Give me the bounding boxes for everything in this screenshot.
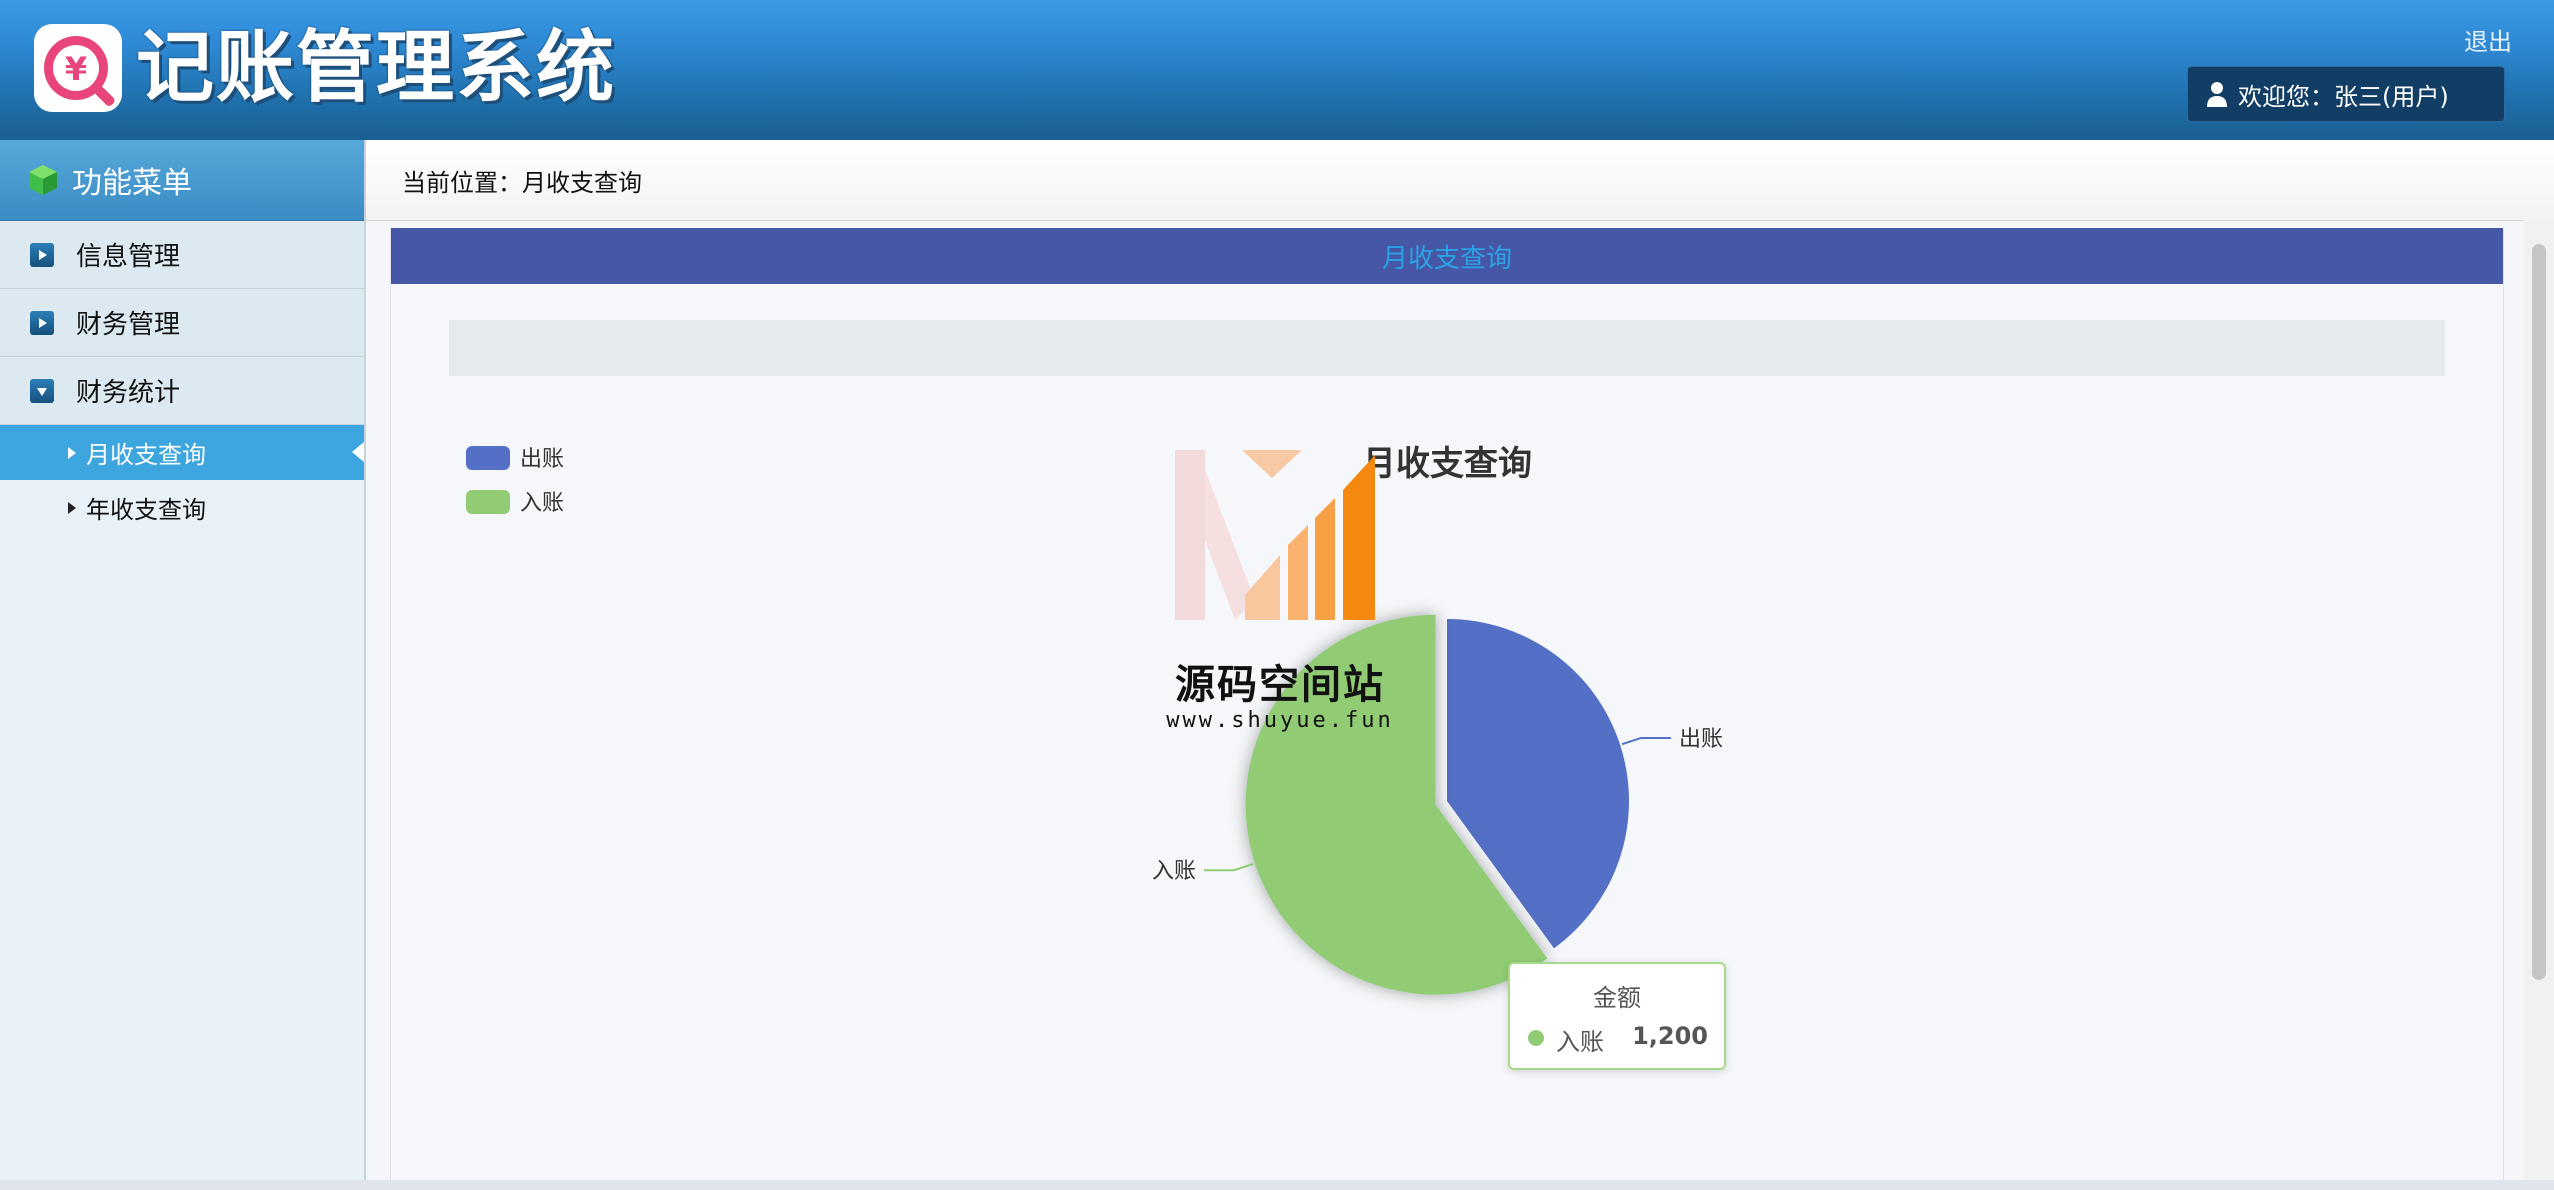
breadcrumb-text: 当前位置：月收支查询: [402, 168, 642, 197]
sidebar-heading: 功能菜单: [0, 140, 364, 221]
slice-leader-line-incoming: [1203, 863, 1254, 872]
sidebar-item-yearly-query[interactable]: 年收支查询: [0, 480, 364, 535]
app-title: 记账管理系统: [136, 23, 617, 113]
sidebar-group-finance-statistics[interactable]: 财务统计: [0, 357, 364, 425]
pie-chart: 月收支查询 出账 入账 出账 入账: [466, 444, 1723, 995]
sidebar-heading-label: 功能菜单: [72, 166, 192, 201]
sidebar-group-label: 财务统计: [76, 378, 181, 408]
vertical-scrollbar[interactable]: [2524, 220, 2554, 1180]
expand-arrow-icon: [30, 242, 54, 267]
cube-icon: [29, 165, 57, 195]
breadcrumb: 当前位置：月收支查询: [366, 140, 2554, 221]
sidebar-group-finance-management[interactable]: 财务管理: [0, 289, 364, 357]
welcome-text: 欢迎您：张三(用户): [2238, 82, 2449, 111]
expand-arrow-icon: [30, 310, 54, 335]
scrollbar-thumb[interactable]: [2532, 244, 2546, 980]
sidebar-group-label: 财务管理: [76, 310, 181, 340]
svg-text:¥: ¥: [65, 50, 87, 88]
top-header: ¥ 记账管理系统 退出 欢迎您：张三(用户): [0, 0, 2554, 140]
sidebar-group-info-management[interactable]: 信息管理: [0, 221, 364, 289]
yuan-coin-logo-icon: ¥: [34, 24, 122, 112]
welcome-box: 欢迎您：张三(用户): [2187, 66, 2505, 122]
sidebar-item-label: 月收支查询: [86, 441, 206, 469]
user-icon: [2207, 82, 2227, 107]
bottom-bar: [0, 1180, 2554, 1190]
tooltip-title: 金额: [1593, 984, 1641, 1012]
collapse-arrow-icon: [30, 378, 54, 403]
slice-leader-line-outgoing: [1621, 736, 1672, 746]
logout-link[interactable]: 退出: [2464, 22, 2512, 57]
legend-swatch-outgoing[interactable]: [466, 446, 510, 470]
sidebar-group-label: 信息管理: [76, 242, 181, 272]
bullet-arrow-icon: [68, 501, 76, 514]
tooltip-series-value: 1,200: [1632, 1022, 1708, 1050]
sidebar-item-monthly-query[interactable]: 月收支查询: [0, 425, 364, 480]
legend-swatch-incoming[interactable]: [466, 490, 510, 514]
tooltip-series-dot: [1528, 1030, 1544, 1046]
slice-label-outgoing: 出账: [1679, 727, 1723, 752]
chart-title: 月收支查询: [1362, 444, 1532, 484]
tooltip-series-name: 入账: [1556, 1028, 1604, 1056]
legend-label-incoming[interactable]: 入账: [520, 491, 564, 516]
bullet-arrow-icon: [68, 446, 76, 459]
sidebar: 功能菜单 信息管理 财务管理 财务统计 月收支查询 年收支查询: [0, 140, 366, 1190]
legend-label-outgoing[interactable]: 出账: [520, 447, 564, 472]
chart-tooltip: 金额 入账 1,200: [1508, 962, 1726, 1070]
active-indicator-icon: [352, 442, 364, 462]
sidebar-item-label: 年收支查询: [86, 496, 206, 524]
slice-label-incoming: 入账: [1152, 859, 1196, 884]
